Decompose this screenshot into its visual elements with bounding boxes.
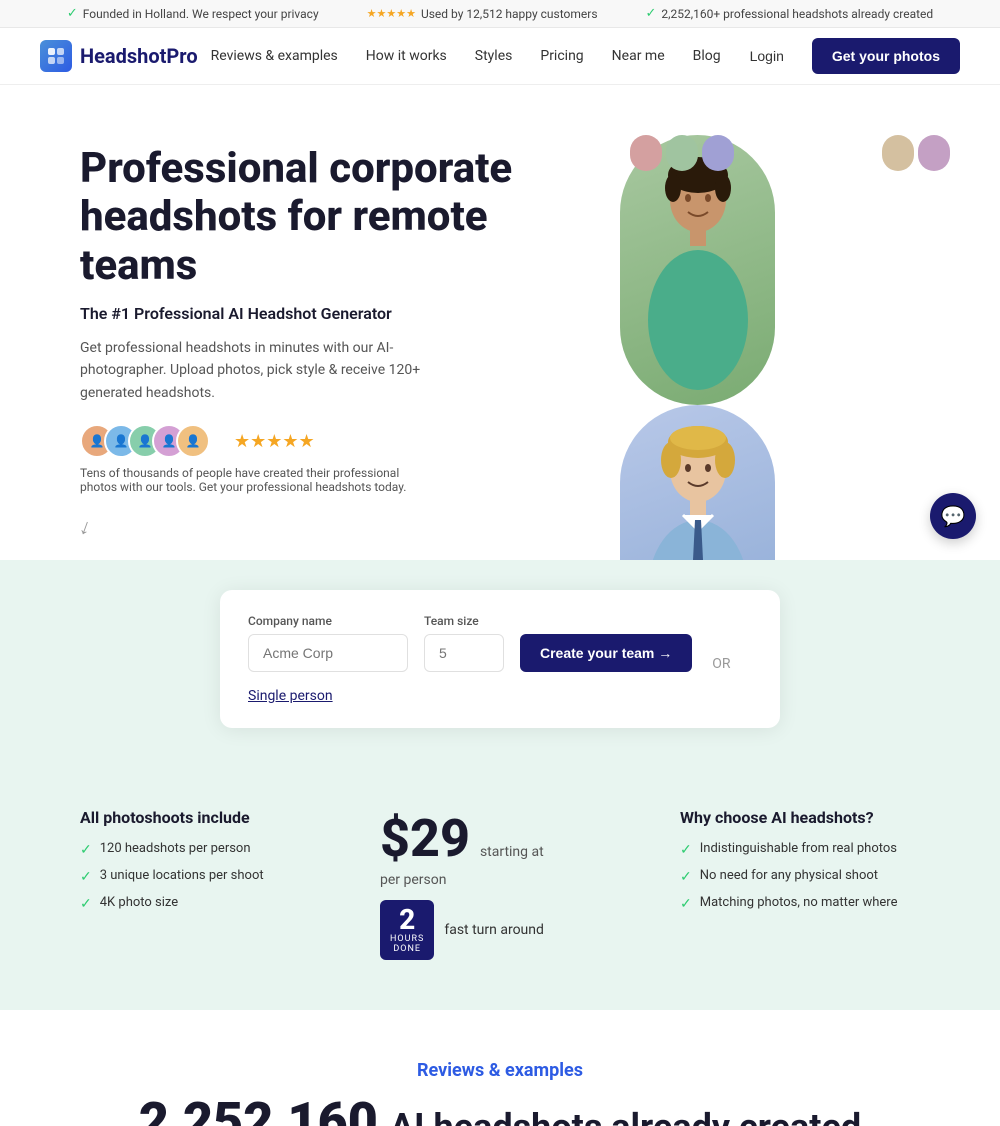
- nav-link-near[interactable]: Near me: [612, 48, 665, 64]
- reason-text-1: Indistinguishable from real photos: [700, 841, 897, 856]
- navbar: HeadshotPro Reviews & examples How it wo…: [0, 28, 1000, 85]
- reason-text-2: No need for any physical shoot: [700, 868, 878, 883]
- get-photos-button[interactable]: Get your photos: [812, 38, 960, 74]
- hero-description: Get professional headshots in minutes wi…: [80, 337, 460, 404]
- nav-link-blog[interactable]: Blog: [693, 48, 721, 64]
- photo-person-left: [620, 135, 775, 405]
- thumbs-top-right: [882, 135, 950, 171]
- logo-icon: [40, 40, 72, 72]
- banner-text-1: Founded in Holland. We respect your priv…: [83, 7, 319, 21]
- turnaround-label: fast turn around: [444, 922, 544, 938]
- thumbs-top-left: [630, 135, 734, 171]
- social-proof-text: Tens of thousands of people have created…: [80, 466, 420, 494]
- hours-label: HOURSDONE: [390, 934, 424, 954]
- counter-number: 2,252,160: [139, 1091, 378, 1126]
- benefit-col3-title: Why choose AI headshots?: [680, 808, 920, 827]
- form-section: Company name Team size Create your team …: [0, 560, 1000, 778]
- hero-right: [580, 145, 940, 560]
- chat-icon: 💬: [941, 504, 966, 528]
- hero-title: Professional corporate headshots for rem…: [80, 145, 580, 290]
- banner-text-3: 2,252,160+ professional headshots alread…: [661, 7, 933, 21]
- check-icon-r3: ✓: [680, 896, 692, 912]
- benefit-item-2: ✓ 3 unique locations per shoot: [80, 868, 320, 885]
- check-icon-3: ✓: [646, 6, 657, 21]
- form-card: Company name Team size Create your team …: [220, 590, 780, 728]
- stars-banner: ★★★★★: [367, 7, 416, 20]
- top-banner: ✓ Founded in Holland. We respect your pr…: [0, 0, 1000, 28]
- nav-link-how[interactable]: How it works: [366, 48, 447, 64]
- logo-text: HeadshotPro: [80, 44, 198, 68]
- reason-item-1: ✓ Indistinguishable from real photos: [680, 841, 920, 858]
- thumb-5: [918, 135, 950, 171]
- hero-subtitle: The #1 Professional AI Headshot Generato…: [80, 304, 580, 323]
- company-label: Company name: [248, 614, 408, 628]
- counter-row: 2,252,160 AI headshots already created: [80, 1091, 920, 1126]
- check-icon-r1: ✓: [680, 842, 692, 858]
- benefit-item-1: ✓ 120 headshots per person: [80, 841, 320, 858]
- benefit-col-pricing: $29 starting at per person 2 HOURSDONE f…: [380, 808, 620, 960]
- logo[interactable]: HeadshotPro: [40, 40, 198, 72]
- benefit-col-3: Why choose AI headshots? ✓ Indistinguish…: [680, 808, 920, 922]
- reason-item-2: ✓ No need for any physical shoot: [680, 868, 920, 885]
- arrow-hint: ↓: [76, 513, 95, 541]
- thumb-4: [882, 135, 914, 171]
- create-team-button[interactable]: Create your team →: [520, 634, 692, 672]
- benefit-item-3: ✓ 4K photo size: [80, 895, 320, 912]
- avatar-5: 👤: [176, 424, 210, 458]
- hero-left: Professional corporate headshots for rem…: [80, 145, 580, 560]
- benefit-text-1: 120 headshots per person: [100, 841, 251, 856]
- rating-stars: ★★★★★: [234, 431, 315, 452]
- benefit-text-2: 3 unique locations per shoot: [100, 868, 264, 883]
- counter-label: AI headshots already created: [390, 1106, 861, 1126]
- hours-badge: 2 HOURSDONE: [380, 900, 434, 960]
- benefits-grid: All photoshoots include ✓ 120 headshots …: [80, 808, 920, 960]
- check-icon-b1: ✓: [80, 842, 92, 858]
- chat-widget[interactable]: 💬: [930, 493, 976, 539]
- reason-item-3: ✓ Matching photos, no matter where: [680, 895, 920, 912]
- reviews-title: Reviews & examples: [80, 1060, 920, 1081]
- banner-text-2: Used by 12,512 happy customers: [421, 7, 598, 21]
- banner-item-1: ✓ Founded in Holland. We respect your pr…: [67, 6, 319, 21]
- benefit-col-1: All photoshoots include ✓ 120 headshots …: [80, 808, 320, 922]
- nav-link-reviews[interactable]: Reviews & examples: [211, 48, 338, 64]
- reason-text-3: Matching photos, no matter where: [700, 895, 898, 910]
- price-amount: $29: [380, 808, 470, 869]
- company-input[interactable]: [248, 634, 408, 672]
- nav-links: Reviews & examples How it works Styles P…: [211, 48, 721, 64]
- company-field-group: Company name: [248, 614, 408, 672]
- nav-link-styles[interactable]: Styles: [475, 48, 513, 64]
- hero-photos: [620, 135, 960, 435]
- check-icon-r2: ✓: [680, 869, 692, 885]
- reviews-section: Reviews & examples 2,252,160 AI headshot…: [0, 1010, 1000, 1126]
- thumb-3: [702, 135, 734, 171]
- benefits-section: All photoshoots include ✓ 120 headshots …: [0, 778, 1000, 1010]
- thumb-2: [666, 135, 698, 171]
- price-display: $29 starting at per person: [380, 808, 620, 888]
- login-button[interactable]: Login: [734, 40, 800, 72]
- check-icon-1: ✓: [67, 6, 78, 21]
- hours-number: 2: [390, 906, 424, 934]
- benefit-text-3: 4K photo size: [100, 895, 178, 910]
- or-text: OR: [708, 656, 734, 672]
- banner-item-2: ★★★★★ Used by 12,512 happy customers: [367, 6, 598, 21]
- check-icon-b3: ✓: [80, 896, 92, 912]
- team-label: Team size: [424, 614, 504, 628]
- turnaround-row: 2 HOURSDONE fast turn around: [380, 900, 620, 960]
- team-size-field-group: Team size: [424, 614, 504, 672]
- form-row: Company name Team size Create your team …: [248, 614, 752, 704]
- thumb-1: [630, 135, 662, 171]
- nav-link-pricing[interactable]: Pricing: [540, 48, 583, 64]
- avatar-row: 👤 👤 👤 👤 👤 ★★★★★: [80, 424, 580, 458]
- hero-section: Professional corporate headshots for rem…: [0, 85, 1000, 560]
- check-icon-b2: ✓: [80, 869, 92, 885]
- single-person-link[interactable]: Single person: [248, 688, 333, 704]
- benefit-col1-title: All photoshoots include: [80, 808, 320, 827]
- team-size-input[interactable]: [424, 634, 504, 672]
- avatar-group: 👤 👤 👤 👤 👤: [80, 424, 210, 458]
- photo-person-right: [620, 405, 775, 560]
- nav-right: Login Get your photos: [734, 38, 960, 74]
- banner-item-3: ✓ 2,252,160+ professional headshots alre…: [646, 6, 934, 21]
